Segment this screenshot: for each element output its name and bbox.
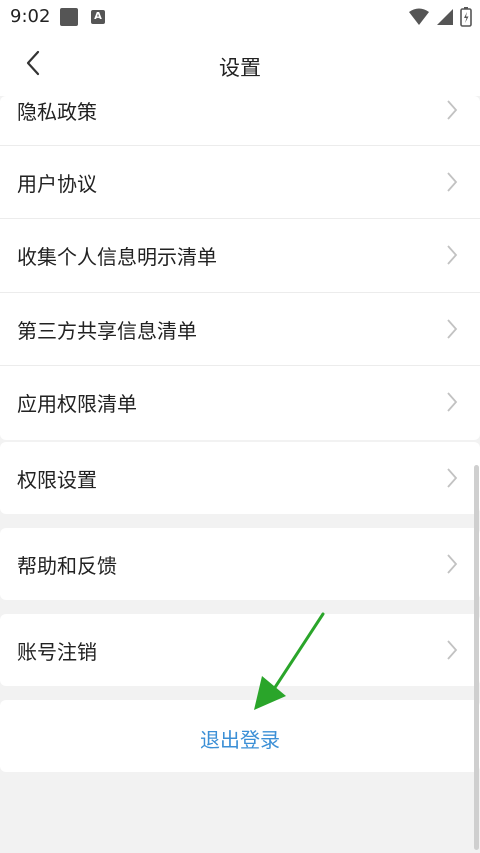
battery-icon <box>460 7 472 27</box>
menu-item-app-permissions[interactable]: 应用权限清单 <box>0 366 480 438</box>
signal-icon <box>437 9 453 25</box>
menu-item-user-agreement[interactable]: 用户协议 <box>0 146 480 218</box>
menu-item-label: 帮助和反馈 <box>17 554 117 578</box>
menu-item-privacy-policy[interactable]: 隐私政策 <box>0 74 480 146</box>
menu-item-help-feedback[interactable]: 帮助和反馈 <box>0 528 480 600</box>
settings-group-permissions: 权限设置 <box>0 442 480 514</box>
chevron-right-icon <box>447 245 458 265</box>
chevron-right-icon <box>447 100 458 120</box>
logout-label: 退出登录 <box>200 728 280 752</box>
chevron-right-icon <box>447 640 458 660</box>
menu-item-label: 应用权限清单 <box>17 392 137 416</box>
chevron-right-icon <box>447 554 458 574</box>
menu-item-third-party-sharing[interactable]: 第三方共享信息清单 <box>0 293 480 365</box>
chevron-right-icon <box>447 392 458 412</box>
menu-item-personal-info-list[interactable]: 收集个人信息明示清单 <box>0 219 480 291</box>
chevron-right-icon <box>447 172 458 192</box>
menu-item-label: 账号注销 <box>17 640 97 664</box>
menu-item-label: 收集个人信息明示清单 <box>17 245 217 269</box>
notification-icon <box>60 8 78 26</box>
status-time: 9:02 <box>10 6 51 27</box>
chevron-right-icon <box>447 468 458 488</box>
menu-item-label: 权限设置 <box>17 468 97 492</box>
status-bar: 9:02 A <box>0 0 480 34</box>
annotation-arrow-icon <box>254 612 325 710</box>
menu-item-label: 第三方共享信息清单 <box>17 319 197 343</box>
scrollbar[interactable] <box>474 465 479 850</box>
menu-item-delete-account[interactable]: 账号注销 <box>0 614 480 686</box>
wifi-icon <box>409 8 429 25</box>
menu-item-label: 用户协议 <box>17 172 97 196</box>
settings-group-account: 账号注销 <box>0 614 480 686</box>
logout-button[interactable]: 退出登录 <box>0 700 480 772</box>
menu-item-permission-settings[interactable]: 权限设置 <box>0 442 480 514</box>
app-a-icon: A <box>91 10 105 24</box>
status-icons <box>408 7 472 27</box>
menu-item-label: 隐私政策 <box>17 100 97 124</box>
settings-group-main: 隐私政策 用户协议 收集个人信息明示清单 第三方共享信息清单 应用权限清单 <box>0 96 480 440</box>
chevron-right-icon <box>447 319 458 339</box>
settings-group-help: 帮助和反馈 <box>0 528 480 600</box>
